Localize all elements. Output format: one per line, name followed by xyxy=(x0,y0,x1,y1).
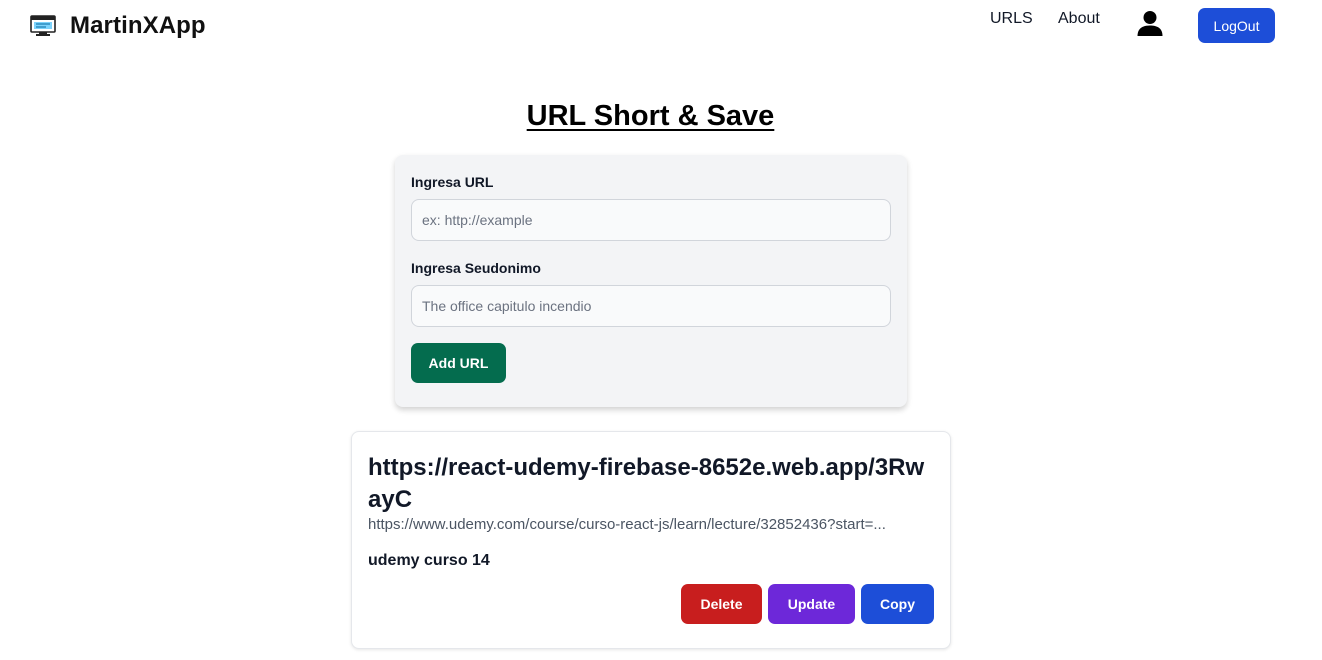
update-button[interactable]: Update xyxy=(768,584,855,624)
navbar: MartinXApp URLS About LogOut xyxy=(0,0,1322,56)
nav-link-about[interactable]: About xyxy=(1058,10,1100,28)
brand-name: MartinXApp xyxy=(70,12,206,39)
alias-field-label: Ingresa Seudonimo xyxy=(411,260,541,276)
user-icon[interactable] xyxy=(1136,9,1164,37)
nav-link-urls[interactable]: URLS xyxy=(990,10,1033,28)
copy-button[interactable]: Copy xyxy=(861,584,934,624)
short-url: https://react-udemy-firebase-8652e.web.a… xyxy=(368,454,925,513)
add-url-button[interactable]: Add URL xyxy=(411,343,506,383)
card-actions: Delete Update Copy xyxy=(681,584,934,624)
url-card: https://react-udemy-firebase-8652e.web.a… xyxy=(351,431,951,649)
page-title: URL Short & Save xyxy=(526,100,775,132)
monitor-icon xyxy=(30,15,56,37)
brand-link[interactable]: MartinXApp xyxy=(30,8,206,44)
logout-button[interactable]: LogOut xyxy=(1198,8,1275,43)
url-field-label: Ingresa URL xyxy=(411,174,494,190)
delete-button[interactable]: Delete xyxy=(681,584,762,624)
original-url: https://www.udemy.com/course/curso-react… xyxy=(368,516,886,533)
url-input[interactable] xyxy=(411,199,891,241)
add-url-form: Ingresa URL Ingresa Seudonimo Add URL xyxy=(395,155,907,407)
alias-input[interactable] xyxy=(411,285,891,327)
url-alias: udemy curso 14 xyxy=(368,552,490,569)
